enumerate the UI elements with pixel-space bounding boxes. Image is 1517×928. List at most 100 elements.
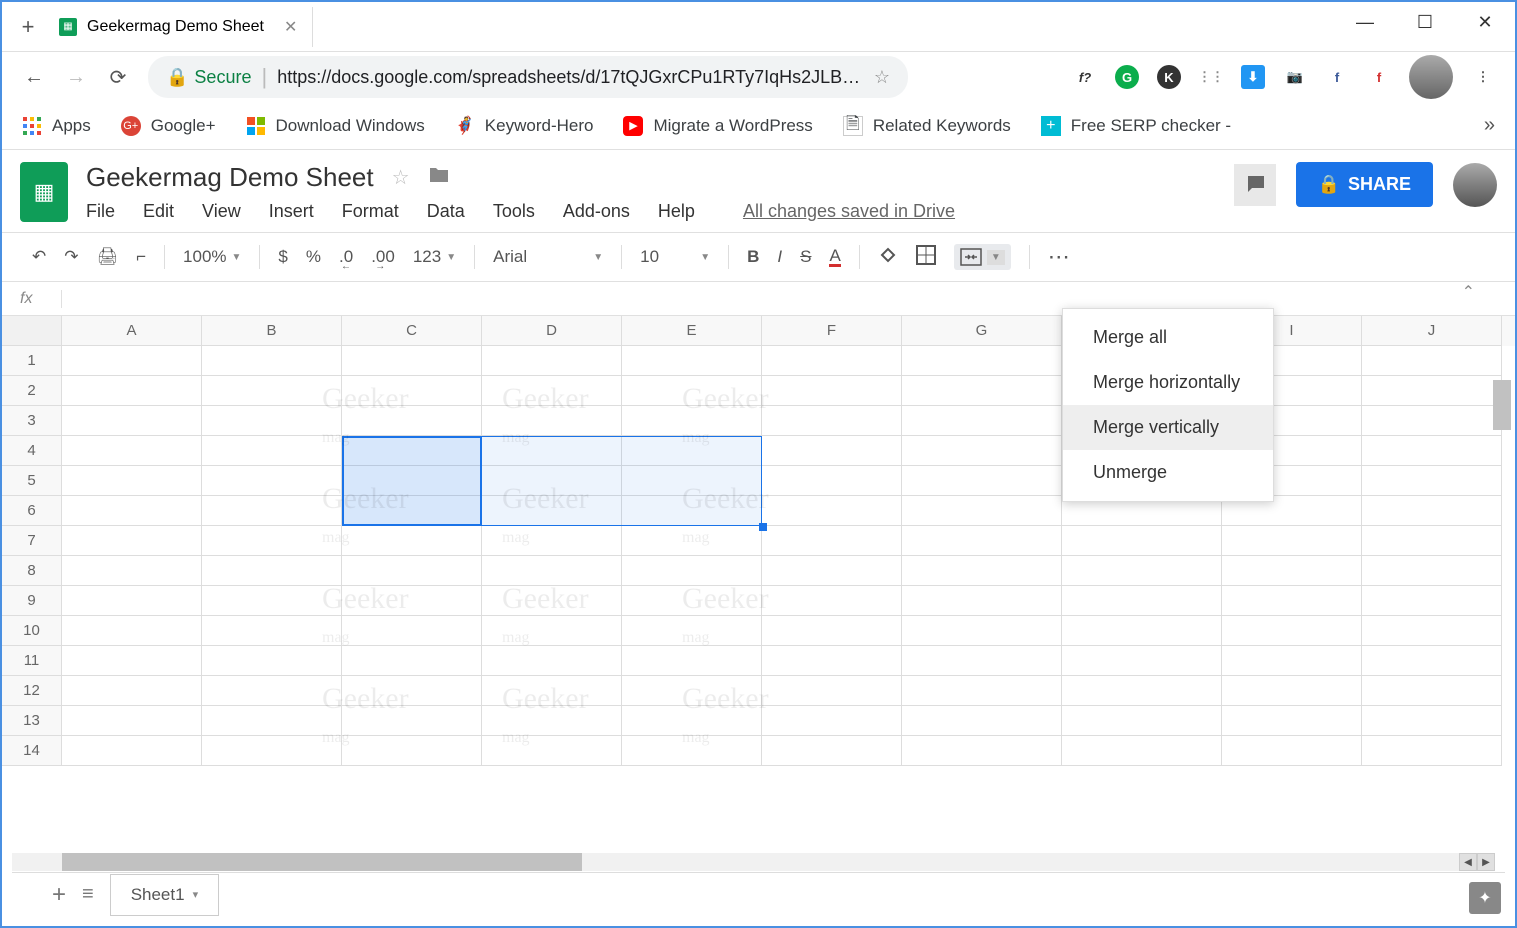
scrollbar-thumb[interactable]: [62, 853, 582, 871]
cell[interactable]: [902, 676, 1062, 706]
cell[interactable]: [762, 406, 902, 436]
cell[interactable]: [902, 556, 1062, 586]
reload-button[interactable]: ⟳: [106, 65, 130, 89]
more-toolbar-button[interactable]: ⋯: [1048, 244, 1072, 270]
grammarly-ext-icon[interactable]: G: [1115, 65, 1139, 89]
select-all-corner[interactable]: [2, 316, 62, 346]
selection-handle[interactable]: [759, 523, 767, 531]
cell[interactable]: [342, 586, 482, 616]
menu-addons[interactable]: Add-ons: [563, 201, 630, 222]
col-header-b[interactable]: B: [202, 316, 342, 346]
forward-button[interactable]: →: [64, 65, 88, 89]
cell[interactable]: [482, 706, 622, 736]
col-header-e[interactable]: E: [622, 316, 762, 346]
cell[interactable]: [762, 346, 902, 376]
menu-edit[interactable]: Edit: [143, 201, 174, 222]
cell[interactable]: [1062, 586, 1222, 616]
share-button[interactable]: 🔒 SHARE: [1296, 162, 1433, 207]
star-button[interactable]: ☆: [392, 165, 410, 190]
horizontal-scrollbar[interactable]: ◀ ▶: [12, 853, 1495, 871]
apps-button[interactable]: Apps: [22, 116, 91, 136]
col-header-f[interactable]: F: [762, 316, 902, 346]
save-status[interactable]: All changes saved in Drive: [743, 201, 955, 222]
scroll-right-button[interactable]: ▶: [1477, 853, 1495, 871]
cell[interactable]: [622, 496, 762, 526]
menu-help[interactable]: Help: [658, 201, 695, 222]
cell[interactable]: [202, 346, 342, 376]
font-select[interactable]: Arial ▼: [493, 247, 603, 267]
cell[interactable]: [902, 616, 1062, 646]
whatfont-ext-icon[interactable]: f?: [1073, 65, 1097, 89]
row-header-14[interactable]: 14: [2, 736, 62, 766]
cell[interactable]: [482, 676, 622, 706]
col-header-j[interactable]: J: [1362, 316, 1502, 346]
cell[interactable]: [62, 466, 202, 496]
bookmark-serp[interactable]: + Free SERP checker -: [1041, 116, 1231, 136]
cell[interactable]: [1362, 376, 1502, 406]
cell[interactable]: [202, 556, 342, 586]
cell[interactable]: [762, 706, 902, 736]
row-header-9[interactable]: 9: [2, 586, 62, 616]
cell[interactable]: [482, 496, 622, 526]
cell[interactable]: [1222, 586, 1362, 616]
cell[interactable]: [1362, 346, 1502, 376]
ext-red-f-icon[interactable]: f: [1367, 65, 1391, 89]
facebook-ext-icon[interactable]: f: [1325, 65, 1349, 89]
cell[interactable]: [902, 466, 1062, 496]
cell[interactable]: [342, 526, 482, 556]
cell[interactable]: [62, 496, 202, 526]
cell[interactable]: [1062, 736, 1222, 766]
cell[interactable]: [762, 526, 902, 556]
zoom-select[interactable]: 100% ▼: [183, 247, 241, 267]
cell[interactable]: [902, 586, 1062, 616]
cell[interactable]: [342, 736, 482, 766]
browser-tab[interactable]: ▦ Geekermag Demo Sheet ✕: [44, 7, 313, 47]
cell[interactable]: [342, 616, 482, 646]
cell[interactable]: [902, 436, 1062, 466]
cell[interactable]: [202, 436, 342, 466]
sheet-tab-1[interactable]: Sheet1 ▾: [110, 874, 219, 916]
cell[interactable]: [1362, 556, 1502, 586]
cell[interactable]: [1222, 556, 1362, 586]
cell[interactable]: [342, 676, 482, 706]
bookmark-star-button[interactable]: ☆: [874, 67, 890, 88]
row-header-11[interactable]: 11: [2, 646, 62, 676]
cell[interactable]: [482, 376, 622, 406]
increase-decimal-button[interactable]: .00→: [371, 247, 395, 267]
strikethrough-button[interactable]: S: [800, 247, 811, 267]
cell[interactable]: [902, 646, 1062, 676]
cell[interactable]: [342, 436, 482, 466]
cell[interactable]: [62, 586, 202, 616]
currency-button[interactable]: $: [278, 247, 287, 267]
cell[interactable]: [202, 526, 342, 556]
cell[interactable]: [202, 706, 342, 736]
cell[interactable]: [342, 496, 482, 526]
cell[interactable]: [1362, 676, 1502, 706]
cell[interactable]: [1362, 496, 1502, 526]
sheet-tab-menu-button[interactable]: ▾: [193, 888, 199, 901]
cell[interactable]: [202, 676, 342, 706]
cell[interactable]: [482, 346, 622, 376]
cell[interactable]: [622, 346, 762, 376]
cell[interactable]: [482, 646, 622, 676]
print-button[interactable]: 🖨: [97, 247, 119, 267]
row-header-10[interactable]: 10: [2, 616, 62, 646]
bookmark-wordpress[interactable]: ▶ Migrate a WordPress: [623, 116, 812, 136]
cell[interactable]: [762, 496, 902, 526]
font-size-select[interactable]: 10 ▼: [640, 247, 710, 267]
cell[interactable]: [1222, 676, 1362, 706]
cell[interactable]: [62, 646, 202, 676]
vertical-scrollbar[interactable]: [1493, 380, 1511, 780]
cell[interactable]: [482, 466, 622, 496]
cell[interactable]: [1222, 616, 1362, 646]
fill-color-button[interactable]: [878, 245, 898, 270]
cell[interactable]: [202, 406, 342, 436]
cell[interactable]: [1362, 736, 1502, 766]
cell[interactable]: [1062, 646, 1222, 676]
menu-view[interactable]: View: [202, 201, 241, 222]
cell[interactable]: [62, 406, 202, 436]
cell[interactable]: [762, 616, 902, 646]
ext-camera-icon[interactable]: 📷: [1283, 65, 1307, 89]
browser-menu-button[interactable]: ⋮: [1471, 65, 1495, 89]
cell[interactable]: [1222, 646, 1362, 676]
